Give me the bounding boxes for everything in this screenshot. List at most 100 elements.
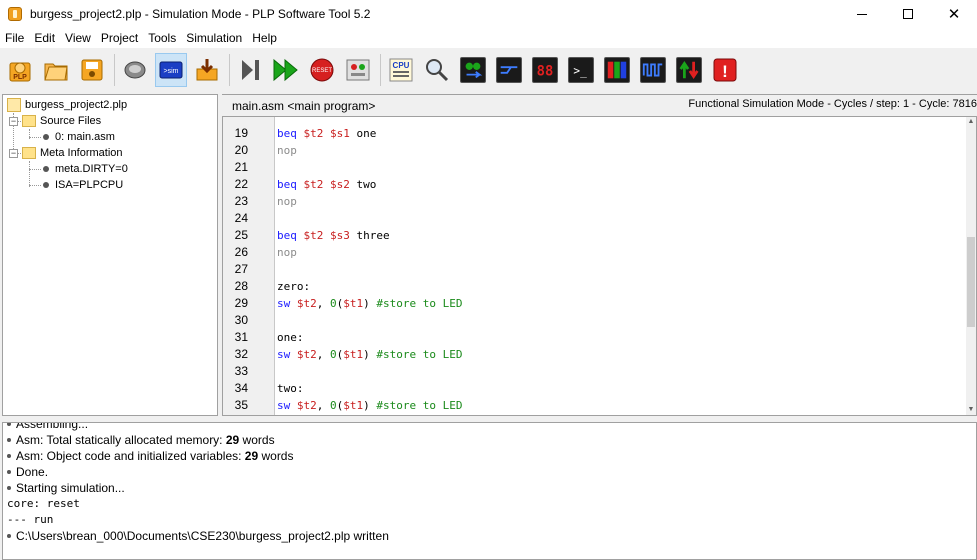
code-line[interactable]: nop xyxy=(277,244,297,261)
cpu-view-button[interactable]: CPU xyxy=(385,53,417,87)
code-line[interactable]: beq $t2 $s3 three xyxy=(277,227,390,244)
assemble-button[interactable] xyxy=(119,53,151,87)
tree-item-meta-dirty[interactable]: meta.DIRTY=0 xyxy=(41,161,128,177)
minimize-button[interactable] xyxy=(839,0,885,28)
new-project-button[interactable]: PLP xyxy=(4,53,36,87)
download-to-board-button[interactable] xyxy=(191,53,223,87)
menu-view[interactable]: View xyxy=(60,28,96,48)
code-token: nop xyxy=(277,195,297,208)
tree-source-folder[interactable]: − Source Files xyxy=(9,113,101,129)
code-token: beq xyxy=(277,229,304,242)
code-line[interactable]: two: xyxy=(277,380,304,397)
toolbar: PLP >sim RESET CPU 88 >_ ! xyxy=(0,48,977,92)
maximize-button[interactable] xyxy=(885,0,931,28)
step-button[interactable] xyxy=(234,53,266,87)
code-line[interactable]: one: xyxy=(277,329,304,346)
code-token: two xyxy=(356,178,377,191)
console-text: core: reset xyxy=(7,497,80,510)
toolbar-separator xyxy=(114,54,115,86)
folder-open-icon xyxy=(44,63,68,81)
console-suffix: words xyxy=(239,433,275,447)
bullet-icon xyxy=(7,469,11,474)
buttons-button[interactable] xyxy=(493,53,525,87)
console-line: Assembling... xyxy=(7,423,88,432)
code-token: 0 xyxy=(330,297,337,310)
code-token: 0 xyxy=(330,348,337,361)
plpid-button[interactable] xyxy=(637,53,669,87)
bullet-icon xyxy=(7,423,11,426)
code-token: one xyxy=(356,127,377,140)
editor-tab[interactable]: main.asm <main program> xyxy=(232,99,375,113)
line-number: 19 xyxy=(234,126,248,140)
menu-file[interactable]: File xyxy=(0,28,29,48)
code-token: beq xyxy=(277,127,304,140)
code-token: $t2 xyxy=(296,399,317,412)
save-project-button[interactable] xyxy=(76,53,108,87)
collapse-icon[interactable]: − xyxy=(9,148,18,158)
line-number: 22 xyxy=(234,177,248,191)
tree-item-main-asm[interactable]: 0: main.asm xyxy=(41,129,115,145)
code-line[interactable]: nop xyxy=(277,193,297,210)
console-text: Done. xyxy=(16,465,49,479)
code-token: sw xyxy=(277,399,297,412)
terminal-label: >_ xyxy=(573,65,587,78)
code-token: ) xyxy=(363,399,377,412)
scroll-up-icon[interactable]: ▲ xyxy=(967,118,975,126)
reset-button[interactable]: RESET xyxy=(306,53,338,87)
scroll-down-icon[interactable]: ▼ xyxy=(967,406,975,414)
console-line: core: reset xyxy=(7,496,80,512)
save-icon xyxy=(81,59,103,81)
gpio-button[interactable] xyxy=(673,53,705,87)
collapse-icon[interactable]: − xyxy=(9,116,18,126)
code-token: $t1 xyxy=(343,297,364,310)
simulation-mode-button[interactable]: >sim xyxy=(155,53,187,87)
line-number: 23 xyxy=(234,194,248,208)
simulator-options-button[interactable] xyxy=(342,53,374,87)
line-number: 31 xyxy=(234,330,248,344)
folder-icon xyxy=(22,115,36,127)
code-line[interactable]: beq $t2 $s1 one xyxy=(277,125,376,142)
close-button[interactable]: ✕ xyxy=(931,0,977,28)
bullet-icon xyxy=(7,533,11,538)
menu-project[interactable]: Project xyxy=(96,28,143,48)
watcher-button[interactable] xyxy=(421,53,453,87)
menu-tools[interactable]: Tools xyxy=(143,28,181,48)
menu-bar: File Edit View Project Tools Simulation … xyxy=(0,28,977,48)
code-token: zero: xyxy=(277,280,311,293)
menu-edit[interactable]: Edit xyxy=(29,28,60,48)
editor-scrollbar[interactable]: ▲ ▼ xyxy=(966,117,976,415)
code-line[interactable]: sw $t2, 0($t1) #store to LED xyxy=(277,346,462,363)
code-line[interactable]: sw $t2, 0($t1) #store to LED xyxy=(277,397,462,414)
code-token: ) xyxy=(363,297,377,310)
menu-simulation[interactable]: Simulation xyxy=(181,28,247,48)
tree-item-isa[interactable]: ISA=PLPCPU xyxy=(41,177,123,193)
code-editor[interactable]: 19 20 21 22 23 24 25 26 27 28 29 30 31 32 33 34 35 beq $… xyxy=(222,116,977,416)
run-button[interactable] xyxy=(270,53,302,87)
console-text: Asm: Total statically allocated memory: xyxy=(16,433,226,447)
code-area[interactable]: beq $t2 $s1 one nop beq $t2 $s2 two nop beq … xyxy=(277,117,966,415)
open-project-button[interactable] xyxy=(40,53,72,87)
switches-icon xyxy=(460,57,486,83)
window-title: burgess_project2.plp - Simulation Mode -… xyxy=(30,7,371,21)
code-line[interactable]: beq $t2 $s2 two xyxy=(277,176,376,193)
code-line[interactable]: zero: xyxy=(277,278,310,295)
menu-help[interactable]: Help xyxy=(247,28,282,48)
code-token: beq xyxy=(277,178,304,191)
interrupt-button[interactable]: ! xyxy=(709,53,741,87)
seven-segment-button[interactable]: 88 xyxy=(529,53,561,87)
code-token: sw xyxy=(277,348,297,361)
code-line[interactable]: sw $t2, 0($t1) #store to LED xyxy=(277,295,462,312)
folder-icon xyxy=(22,147,36,159)
bullet-icon xyxy=(7,485,11,490)
tree-meta-folder[interactable]: − Meta Information xyxy=(9,145,123,161)
code-token: nop xyxy=(277,246,297,259)
code-token: , xyxy=(316,399,330,412)
switches-button[interactable] xyxy=(457,53,489,87)
uart-button[interactable]: >_ xyxy=(565,53,597,87)
scroll-thumb[interactable] xyxy=(967,237,975,327)
console-bold-value: 29 xyxy=(225,433,240,447)
code-line[interactable]: nop xyxy=(277,142,297,159)
tree-root[interactable]: burgess_project2.plp xyxy=(7,97,127,113)
vga-button[interactable] xyxy=(601,53,633,87)
line-number-gutter: 19 20 21 22 23 24 25 26 27 28 29 30 31 32 33 34 35 xyxy=(223,117,275,415)
